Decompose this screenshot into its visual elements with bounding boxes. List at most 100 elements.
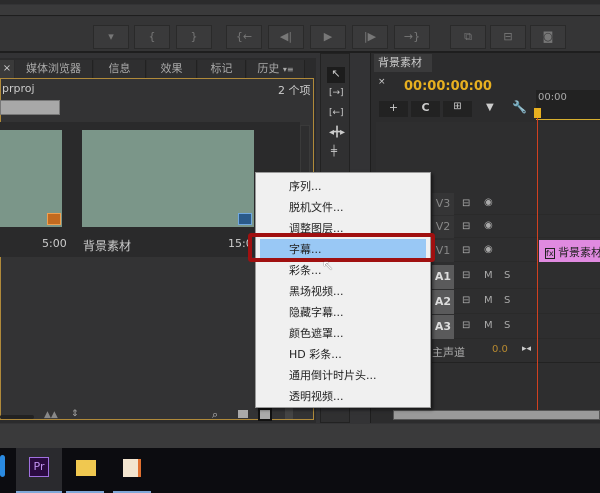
add-marker-button[interactable]: ⊞	[443, 101, 472, 117]
tab-history[interactable]: 历史 ▾≡	[247, 60, 305, 78]
ruler-start-label: 00:00	[538, 92, 567, 103]
go-to-in-icon: {←	[235, 30, 253, 43]
item-count: 2 个项	[278, 84, 311, 97]
timecode[interactable]: 00:00:00:00	[404, 79, 492, 94]
zoom-slider[interactable]	[0, 415, 34, 419]
eye-icon[interactable]: ◉	[484, 197, 493, 208]
clear-icon[interactable]	[285, 408, 293, 419]
mute-button[interactable]: M	[484, 270, 493, 281]
linked-selection-button[interactable]: C	[411, 101, 440, 117]
menu-band	[0, 5, 600, 16]
solo-button[interactable]: S	[504, 270, 510, 281]
menu-item[interactable]: 透明视频...	[289, 386, 344, 407]
playhead[interactable]	[537, 108, 538, 410]
timeline-tab[interactable]: 背景素材 ×	[374, 54, 432, 87]
menu-item[interactable]: HD 彩条...	[289, 344, 342, 365]
step-back-button[interactable]: ◀|	[268, 25, 304, 49]
clip[interactable]: fx 背景素材	[539, 240, 600, 262]
tab-info[interactable]: 信息	[94, 60, 146, 78]
track-select-backward-icon[interactable]: [←]	[329, 108, 344, 118]
taskbar-app-blue[interactable]	[0, 455, 5, 477]
menu-item[interactable]: 序列...	[289, 176, 322, 197]
playhead-handle[interactable]	[534, 108, 541, 118]
mark-out-button[interactable]: }	[176, 25, 212, 49]
overwrite-button[interactable]: ⊟	[490, 25, 526, 49]
thumbnail-2[interactable]	[82, 130, 254, 227]
go-to-out-button[interactable]: →}	[394, 25, 430, 49]
search-input[interactable]	[0, 100, 60, 115]
new-item-menu: 序列... 脱机文件... 调整图层... 字幕... 彩条... 黑场视频... 隐藏字幕…	[255, 172, 431, 408]
new-bin-icon[interactable]	[238, 410, 248, 418]
folder-icon	[76, 460, 96, 476]
ripple-edit-icon[interactable]: ◂╋▸	[329, 127, 345, 138]
sync-lock-icon[interactable]: ⊟	[462, 295, 470, 306]
mute-button[interactable]: M	[484, 295, 493, 306]
new-item-button[interactable]	[258, 408, 272, 421]
timeline-scrollbar[interactable]	[393, 410, 600, 420]
menu-item[interactable]: 隐藏字幕...	[289, 302, 344, 323]
mark-in-icon: {	[148, 30, 156, 43]
step-forward-button[interactable]: |▶	[352, 25, 388, 49]
sort-icon[interactable]: ⇕	[71, 409, 79, 419]
mark-out-icon: }	[190, 30, 198, 43]
mouse-cursor-icon: ↖	[322, 258, 334, 274]
tab-effects[interactable]: 效果	[147, 60, 197, 78]
taskbar-premiere[interactable]: Pr	[16, 448, 62, 493]
highlight-callout	[248, 233, 435, 262]
sync-lock-icon[interactable]: ⊟	[462, 320, 470, 331]
export-frame-button[interactable]: ◙	[530, 25, 566, 49]
selection-tool-icon[interactable]: ↖	[327, 67, 345, 83]
export-frame-icon: ◙	[542, 30, 554, 43]
tab-markers[interactable]: 标记	[198, 60, 246, 78]
marker-button[interactable]: ▾	[93, 25, 129, 49]
mute-button[interactable]: M	[484, 320, 493, 331]
sync-lock-icon[interactable]: ⊟	[462, 270, 470, 281]
premiere-icon: Pr	[29, 457, 49, 477]
sync-lock-icon[interactable]: ⊟	[462, 198, 470, 209]
go-to-in-button[interactable]: {←	[226, 25, 262, 49]
overwrite-icon: ⊟	[503, 30, 513, 43]
menu-item[interactable]: 黑场视频...	[289, 281, 344, 302]
tab-media-browser[interactable]: 媒体浏览器	[15, 60, 93, 78]
master-volume[interactable]: 0.0	[492, 344, 508, 355]
sync-lock-icon[interactable]: ⊟	[462, 221, 470, 232]
find-icon[interactable]: ⌕	[212, 408, 218, 422]
close-icon[interactable]: ×	[378, 77, 386, 87]
track-label[interactable]: A3	[432, 315, 454, 339]
snap-button[interactable]: +	[379, 101, 408, 117]
solo-button[interactable]: S	[504, 295, 510, 306]
track-label[interactable]: V2	[432, 216, 454, 238]
eye-icon[interactable]: ◉	[484, 244, 493, 255]
title-bar	[0, 0, 600, 4]
tab-project-close[interactable]: ×	[0, 60, 14, 78]
rolling-edit-icon[interactable]: ╪	[331, 146, 337, 157]
track-label[interactable]: A1	[432, 265, 454, 289]
panel-menu-icon[interactable]: ▾≡	[283, 65, 294, 74]
wrench-icon[interactable]: 🔧	[512, 100, 527, 114]
menu-item[interactable]: 通用倒计时片头...	[289, 365, 377, 386]
audio-track-A3: A3 ⊟ M S	[432, 315, 600, 339]
track-label[interactable]: V3	[432, 193, 454, 215]
taskbar-app3[interactable]	[113, 448, 151, 493]
item-duration-1: 5:00	[42, 237, 67, 250]
insert-button[interactable]: ⧉	[450, 25, 486, 49]
menu-item[interactable]: 颜色遮罩...	[289, 323, 344, 344]
taskbar-explorer[interactable]	[66, 448, 104, 493]
play-button[interactable]: ▶	[310, 25, 346, 49]
mark-in-button[interactable]: {	[134, 25, 170, 49]
title-icon	[238, 213, 252, 225]
menu-item[interactable]: 彩条...	[289, 260, 322, 281]
track-label[interactable]: A2	[432, 290, 454, 314]
master-keyframe-icon[interactable]: ▸◂	[522, 344, 531, 354]
zoom-mountain-icon: ▲▲	[44, 410, 58, 420]
eye-icon[interactable]: ◉	[484, 220, 493, 231]
menu-item[interactable]: 脱机文件...	[289, 197, 344, 218]
track-select-forward-icon[interactable]: [→]	[329, 88, 344, 98]
audio-track-A1: A1 ⊟ M S	[432, 265, 600, 289]
sync-lock-icon[interactable]: ⊟	[462, 245, 470, 256]
track-label[interactable]: V1	[432, 240, 454, 262]
marker-icon[interactable]: ▼	[486, 102, 494, 113]
step-forward-icon: |▶	[363, 30, 377, 43]
video-track-V2: V2 ⊟ ◉	[432, 216, 600, 238]
solo-button[interactable]: S	[504, 320, 510, 331]
